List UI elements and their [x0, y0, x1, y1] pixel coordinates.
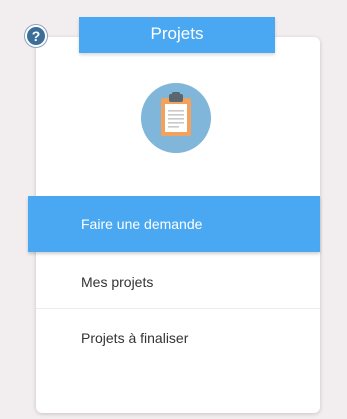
- menu-divider: [36, 308, 320, 309]
- menu-item-mes-projets[interactable]: Mes projets: [36, 256, 320, 308]
- question-icon[interactable]: ?: [25, 25, 47, 47]
- menu-item-label: Faire une demande: [81, 216, 203, 232]
- clipboard-icon: [141, 83, 211, 153]
- menu-item-faire-une-demande[interactable]: Faire une demande: [28, 196, 320, 252]
- menu-item-label: Mes projets: [81, 274, 154, 290]
- menu-item-label: Projets à finaliser: [81, 330, 189, 346]
- page: ? Projets Faire une demande Mes projets …: [0, 0, 347, 419]
- card-title: Projets: [79, 17, 275, 53]
- menu-item-projets-a-finaliser[interactable]: Projets à finaliser: [36, 312, 320, 364]
